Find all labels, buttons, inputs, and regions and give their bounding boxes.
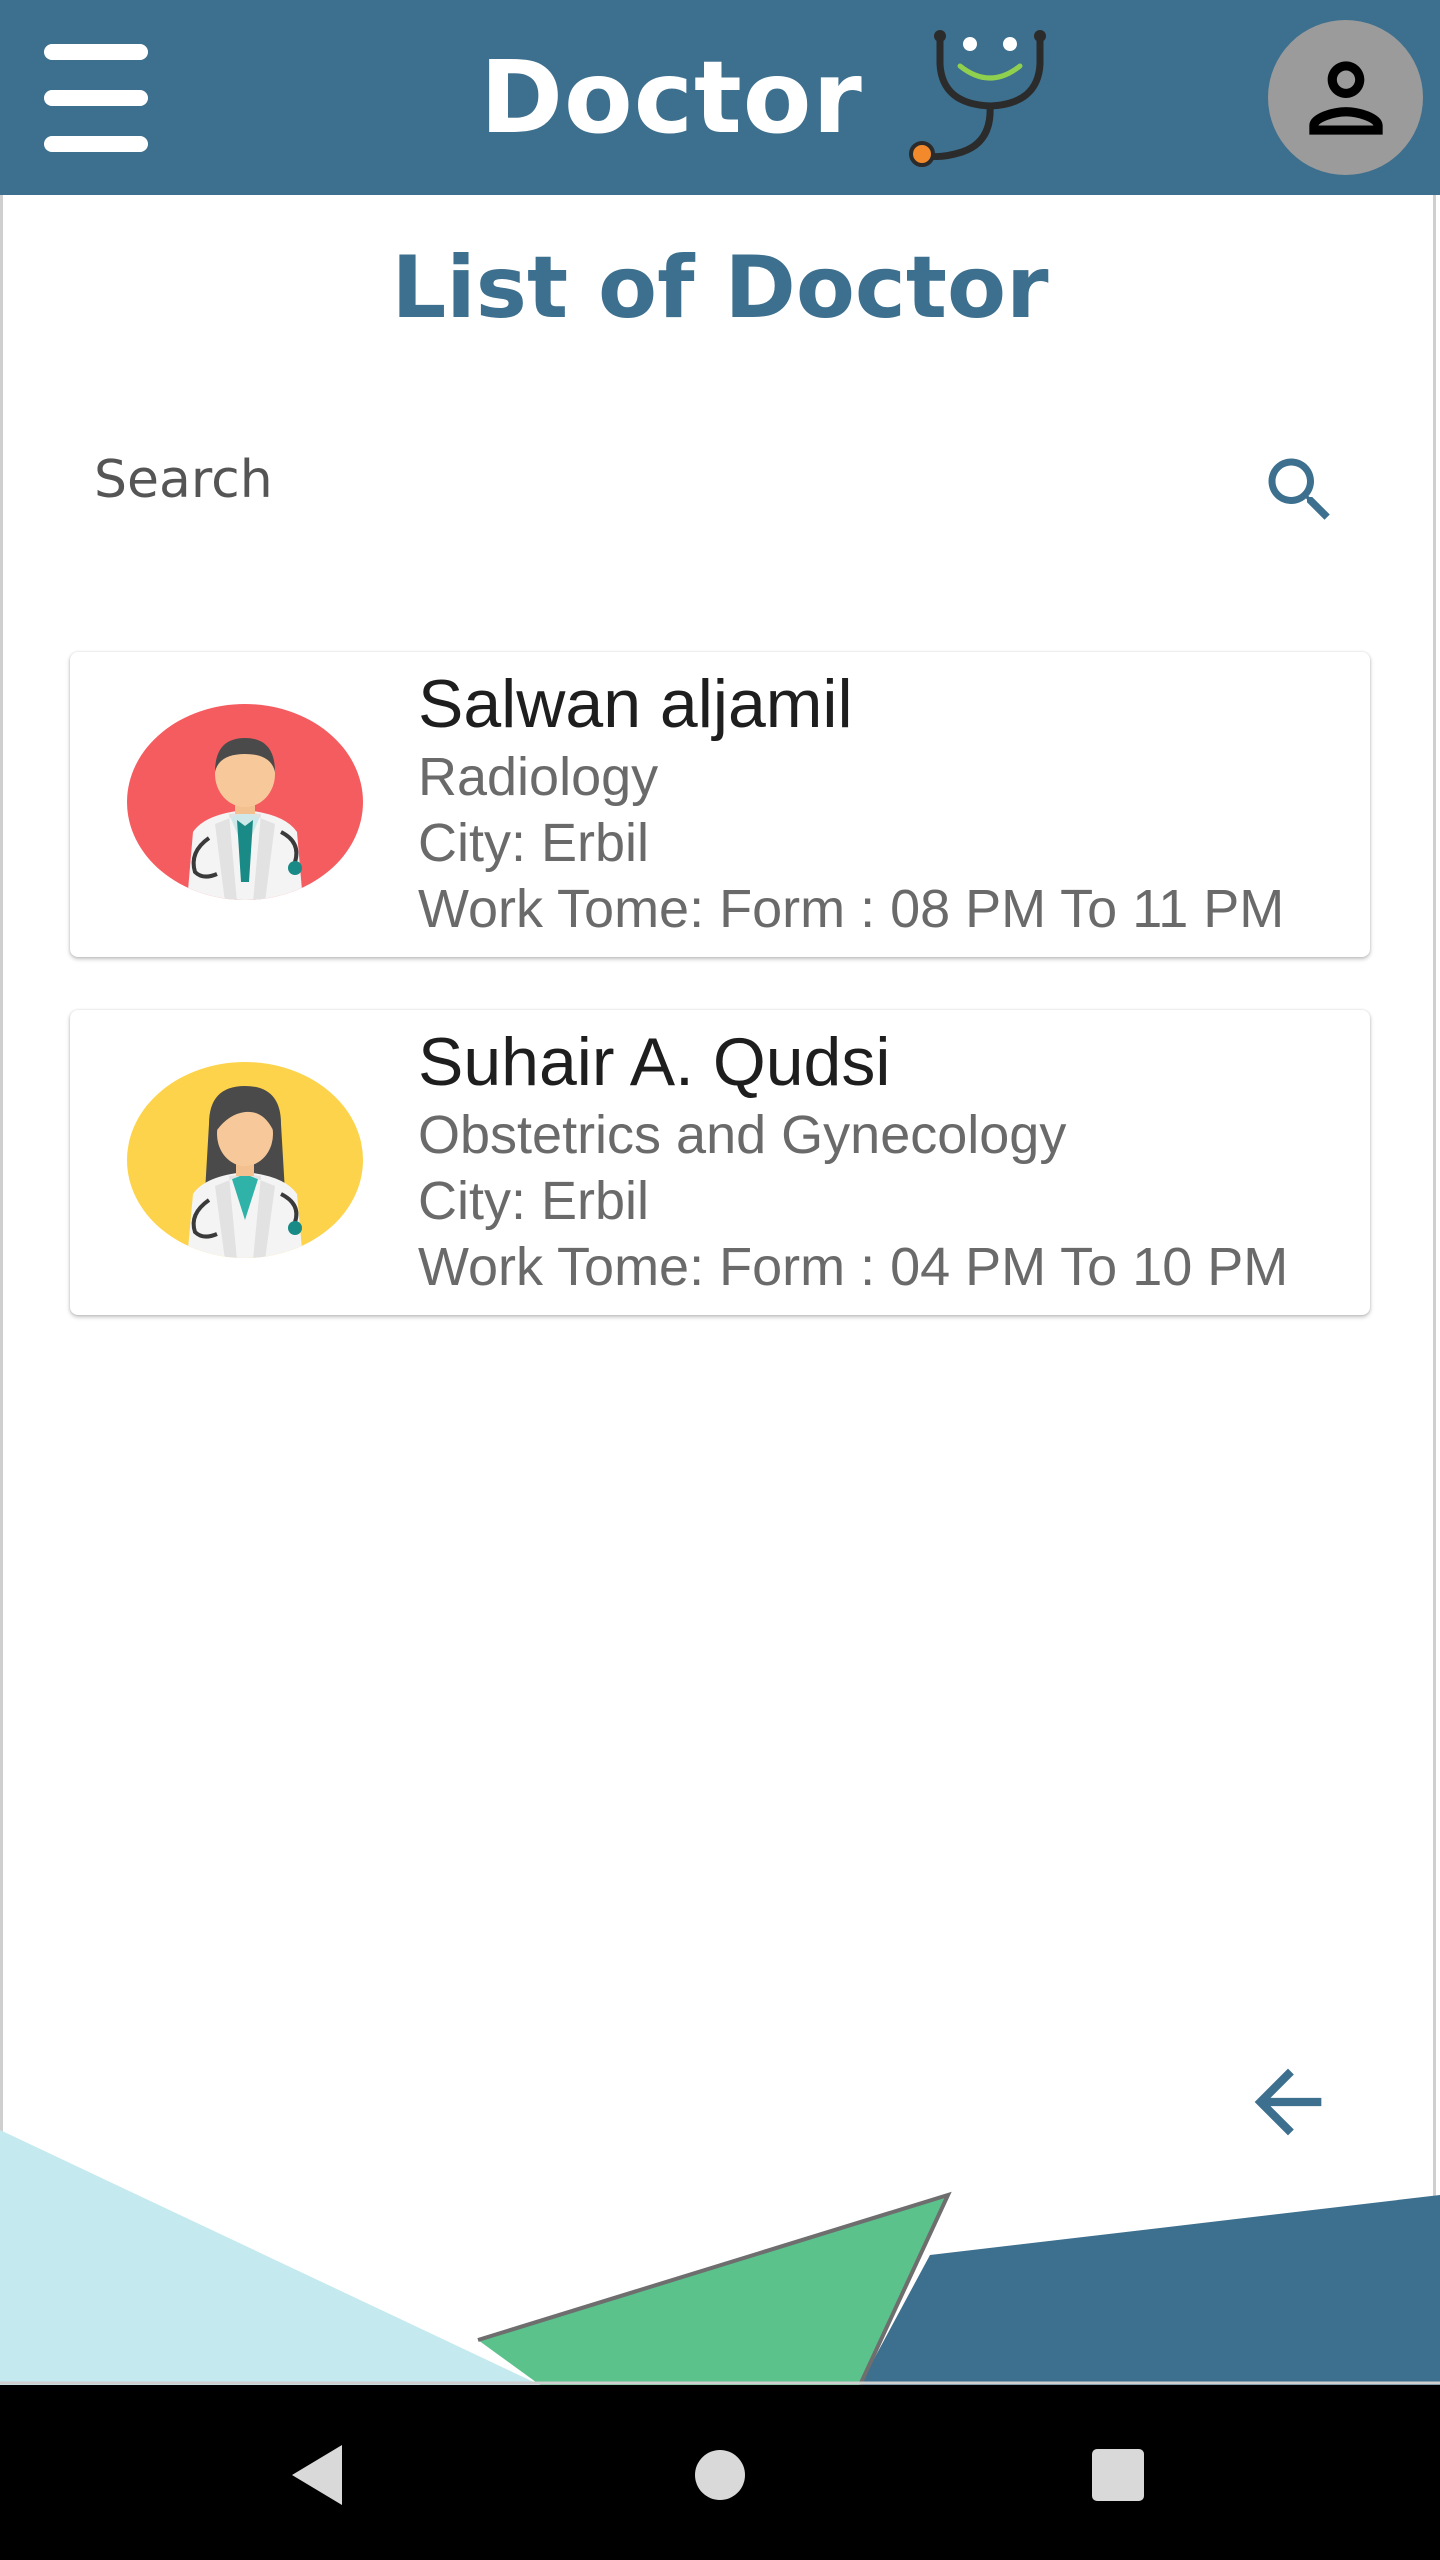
doctor-name: Salwan aljamil [418, 666, 853, 742]
circle-home-icon[interactable] [670, 2425, 770, 2525]
doctor-info: Salwan aljamil Radiology City: Erbil Wor… [418, 664, 1284, 942]
app-title: Doctor [480, 39, 863, 156]
female-doctor-icon [127, 1062, 363, 1258]
decorative-shapes [0, 2130, 1440, 2385]
doctor-work-time: Work Tome: Form : 04 PM To 10 PM [418, 1237, 1289, 1297]
doctor-specialty: Obstetrics and Gynecology [418, 1105, 1067, 1165]
profile-button[interactable] [1268, 20, 1423, 175]
male-doctor-icon [127, 704, 363, 900]
search-input[interactable] [80, 430, 1248, 530]
person-icon [1308, 60, 1383, 135]
app-bar: Doctor [0, 0, 1440, 195]
search-icon [1268, 458, 1330, 520]
doctor-work-time: Work Tome: Form : 08 PM To 11 PM [418, 879, 1285, 939]
doctor-info: Suhair A. Qudsi Obstetrics and Gynecolog… [418, 1022, 1288, 1300]
hamburger-menu-icon[interactable] [44, 44, 152, 152]
page-title: List of Doctor [391, 238, 1049, 338]
doctor-card[interactable]: Suhair A. Qudsi Obstetrics and Gynecolog… [70, 1010, 1370, 1315]
system-nav-bar [0, 2385, 1440, 2560]
doctor-specialty: Radiology [418, 747, 659, 807]
doctor-card[interactable]: Salwan aljamil Radiology City: Erbil Wor… [70, 652, 1370, 957]
stethoscope-icon [909, 30, 1046, 167]
doctor-name: Suhair A. Qudsi [418, 1024, 891, 1100]
triangle-back-icon[interactable] [270, 2425, 370, 2525]
search-button[interactable] [1250, 440, 1350, 540]
doctor-city: City: Erbil [418, 813, 650, 873]
square-recents-icon[interactable] [1068, 2425, 1168, 2525]
doctor-city: City: Erbil [418, 1171, 650, 1231]
